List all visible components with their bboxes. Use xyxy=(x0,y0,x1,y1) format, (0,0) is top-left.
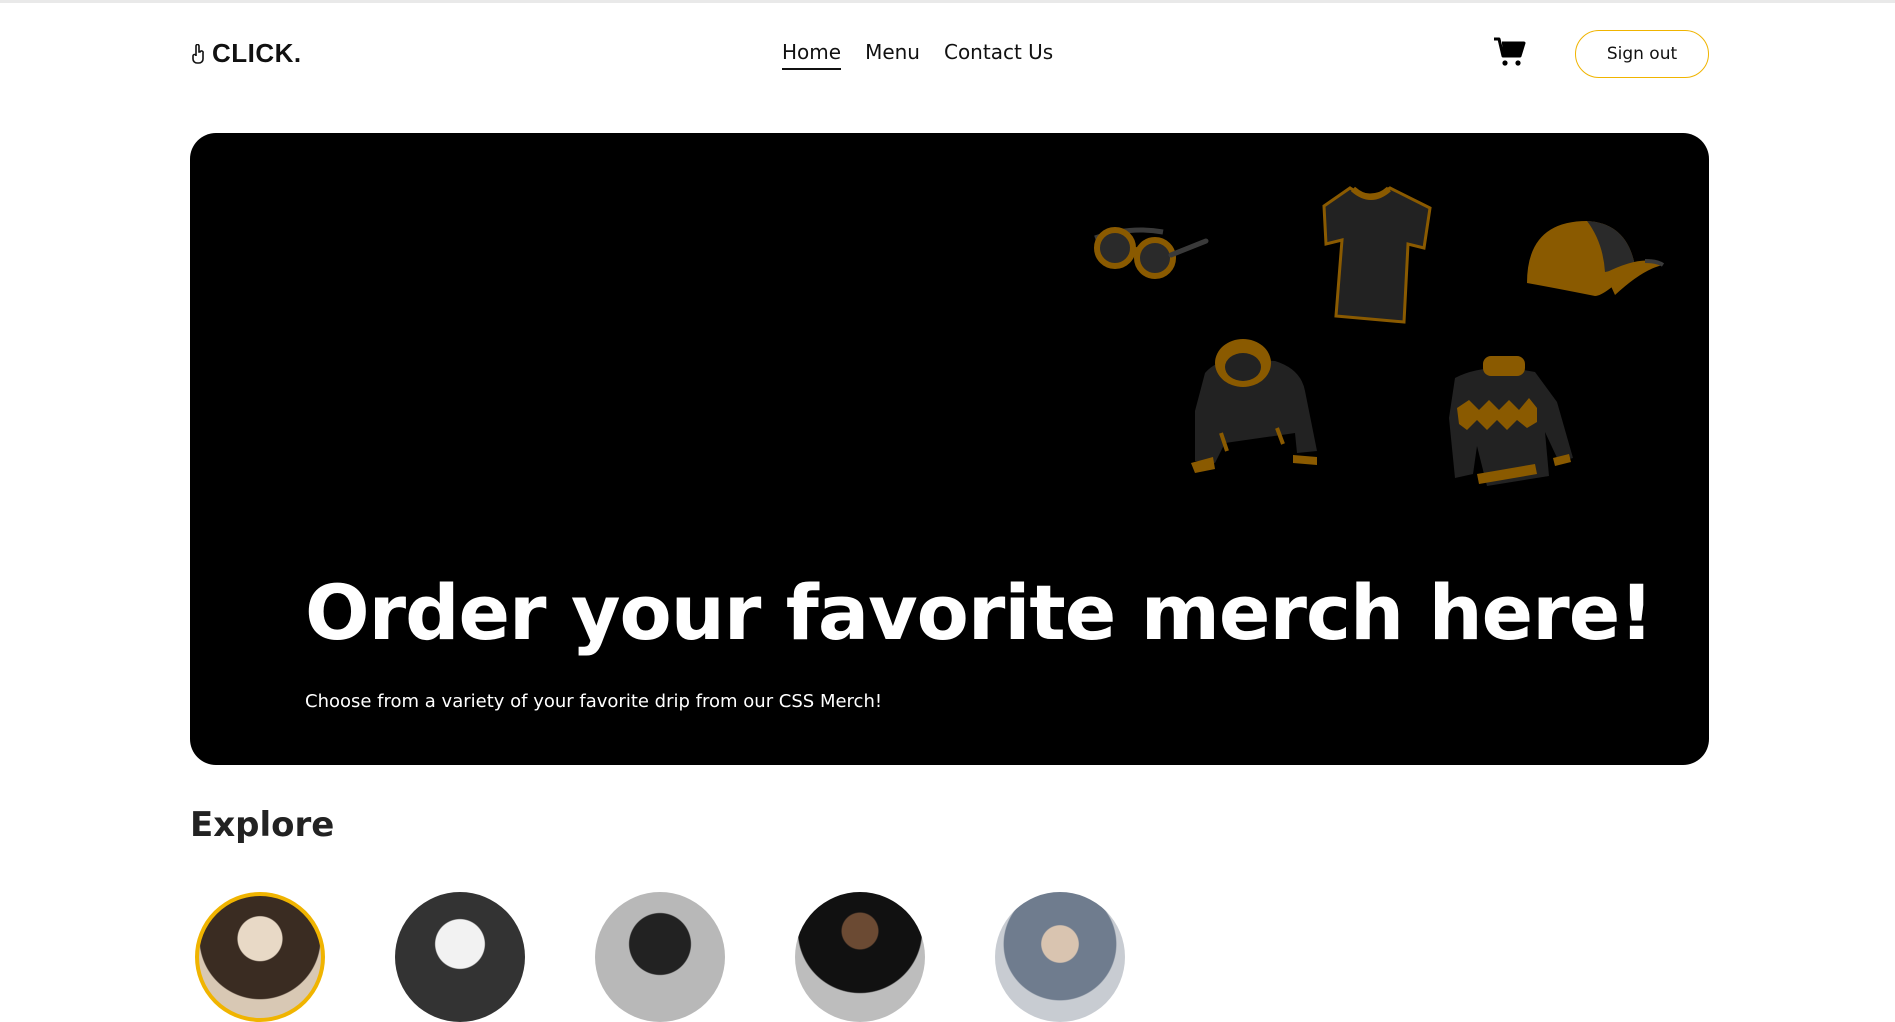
sign-out-button[interactable]: Sign out xyxy=(1575,30,1709,78)
sunglasses-icon xyxy=(1094,227,1209,279)
brand-logo[interactable]: CLICK. xyxy=(190,38,302,69)
explore-heading: Explore xyxy=(190,805,335,845)
hand-pointer-icon xyxy=(192,43,204,64)
cap-icon xyxy=(1527,221,1665,296)
brand-name: CLICK. xyxy=(212,38,302,68)
category-photo-3[interactable] xyxy=(595,892,725,1022)
main-nav: Home Menu Contact Us xyxy=(782,40,1053,70)
cart-icon[interactable] xyxy=(1493,34,1527,68)
hoodie-icon xyxy=(1191,339,1317,473)
hero-banner: Order your favorite merch here! Choose f… xyxy=(190,133,1709,765)
hero-subtitle: Choose from a variety of your favorite d… xyxy=(305,691,883,712)
tshirt-icon xyxy=(1322,186,1432,324)
category-photo-5[interactable] xyxy=(995,892,1125,1022)
explore-categories xyxy=(195,892,1125,1022)
top-border xyxy=(0,0,1895,3)
category-photo-1[interactable] xyxy=(195,892,325,1022)
site-header: CLICK. Home Menu Contact Us Sign out xyxy=(190,26,1709,82)
nav-contact-us[interactable]: Contact Us xyxy=(944,40,1053,70)
hero-title: Order your favorite merch here! xyxy=(305,568,1654,657)
category-photo-2[interactable] xyxy=(395,892,525,1022)
nav-home[interactable]: Home xyxy=(782,40,842,70)
category-photo-4[interactable] xyxy=(795,892,925,1022)
nav-menu[interactable]: Menu xyxy=(865,40,920,70)
sweater-icon xyxy=(1449,356,1573,486)
